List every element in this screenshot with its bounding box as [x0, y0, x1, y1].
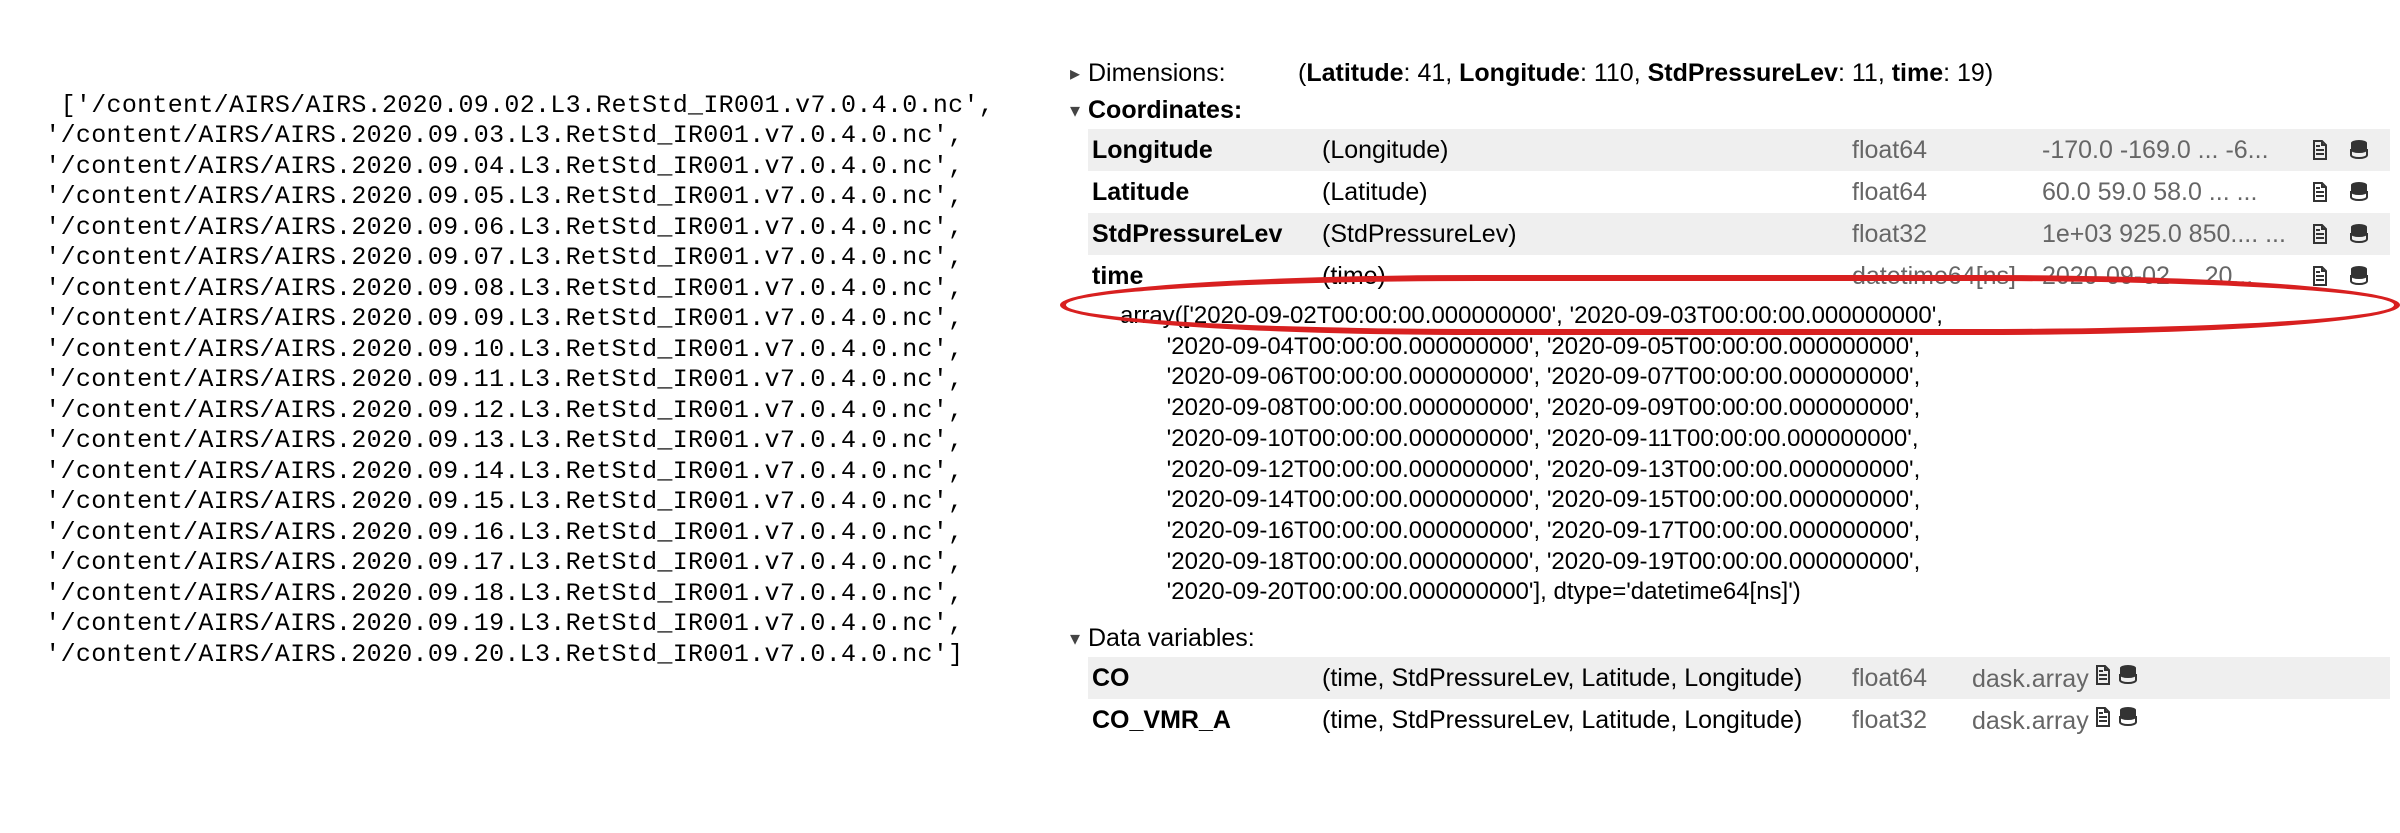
array-line: '2020-09-06T00:00:00.000000000', '2020-0…: [1120, 362, 2390, 393]
array-line: '2020-09-18T00:00:00.000000000', '2020-0…: [1120, 547, 2390, 578]
coord-name: Latitude: [1092, 178, 1322, 207]
coordinates-table: Longitude(Longitude)float64-170.0 -169.0…: [1088, 129, 2390, 297]
attrs-icon[interactable]: [2089, 662, 2115, 688]
datavar-preview: dask.array: [1972, 662, 2306, 694]
datavar-dtype: float64: [1852, 664, 1972, 693]
coord-dims: (StdPressureLev): [1322, 220, 1852, 249]
attrs-icon[interactable]: [2089, 704, 2115, 730]
coordinates-label: Coordinates:: [1088, 96, 1298, 125]
data-icon[interactable]: [2115, 662, 2141, 688]
coord-name: Longitude: [1092, 136, 1322, 165]
coord-dtype: float64: [1852, 136, 2042, 165]
coord-row-latitude[interactable]: Latitude(Latitude)float6460.0 59.0 58.0 …: [1088, 171, 2390, 213]
coord-preview: 1e+03 925.0 850.... ...: [2042, 220, 2306, 249]
coord-row-longitude[interactable]: Longitude(Longitude)float64-170.0 -169.0…: [1088, 129, 2390, 171]
coord-dims: (Latitude): [1322, 178, 1852, 207]
expand-arrow-icon[interactable]: ▾: [1070, 626, 1088, 651]
coord-preview: 2020-09-02 ... 20...: [2042, 262, 2306, 291]
dimensions-label: Dimensions:: [1088, 59, 1298, 88]
coord-dtype: datetime64[ns]: [1852, 262, 2042, 291]
array-line: '2020-09-10T00:00:00.000000000', '2020-0…: [1120, 424, 2390, 455]
array-line: '2020-09-04T00:00:00.000000000', '2020-0…: [1120, 332, 2390, 363]
bracket-open: [: [61, 91, 76, 120]
data-variables-section[interactable]: ▾ Data variables:: [1070, 620, 2390, 657]
datavar-preview: dask.array: [1972, 704, 2306, 736]
datavar-row-co_vmr_a[interactable]: CO_VMR_A(time, StdPressureLev, Latitude,…: [1088, 699, 2390, 741]
datavar-name: CO: [1092, 664, 1322, 693]
datavar-row-co[interactable]: CO(time, StdPressureLev, Latitude, Longi…: [1088, 657, 2390, 699]
coord-name: StdPressureLev: [1092, 220, 1322, 249]
xarray-repr: ▸ Dimensions: (Latitude: 41, Longitude: …: [1040, 0, 2400, 833]
coord-preview: 60.0 59.0 58.0 ... ...: [2042, 178, 2306, 207]
data-icon[interactable]: [2346, 179, 2372, 205]
array-line: '2020-09-20T00:00:00.000000000'], dtype=…: [1120, 577, 2390, 608]
coord-dtype: float64: [1852, 178, 2042, 207]
data-icon[interactable]: [2346, 137, 2372, 163]
datavar-dtype: float32: [1852, 706, 1972, 735]
datavar-dims: (time, StdPressureLev, Latitude, Longitu…: [1322, 706, 1852, 735]
dimensions-values: (Latitude: 41, Longitude: 110, StdPressu…: [1298, 59, 1993, 88]
data-icon[interactable]: [2346, 263, 2372, 289]
file-list-output: ['/content/AIRS/AIRS.2020.09.02.L3.RetSt…: [0, 0, 1040, 833]
coordinates-section[interactable]: ▾ Coordinates:: [1070, 92, 2390, 129]
expand-arrow-icon[interactable]: ▾: [1070, 98, 1088, 123]
data-icon[interactable]: [2115, 704, 2141, 730]
attrs-icon[interactable]: [2306, 137, 2332, 163]
datavar-name: CO_VMR_A: [1092, 706, 1322, 735]
data-variables-table: CO(time, StdPressureLev, Latitude, Longi…: [1088, 657, 2390, 741]
coord-row-stdpressurelev[interactable]: StdPressureLev(StdPressureLev)float321e+…: [1088, 213, 2390, 255]
attrs-icon[interactable]: [2306, 179, 2332, 205]
array-line: '2020-09-16T00:00:00.000000000', '2020-0…: [1120, 516, 2390, 547]
data-variables-label: Data variables:: [1088, 624, 1298, 653]
coord-row-time[interactable]: time(time)datetime64[ns]2020-09-02 ... 2…: [1088, 255, 2390, 297]
array-line: array(['2020-09-02T00:00:00.000000000', …: [1120, 301, 2390, 332]
array-line: '2020-09-08T00:00:00.000000000', '2020-0…: [1120, 393, 2390, 424]
collapse-arrow-icon[interactable]: ▸: [1070, 61, 1088, 86]
dimensions-section[interactable]: ▸ Dimensions: (Latitude: 41, Longitude: …: [1070, 55, 2390, 92]
coord-name: time: [1092, 262, 1322, 291]
coord-dtype: float32: [1852, 220, 2042, 249]
time-array-expanded: array(['2020-09-02T00:00:00.000000000', …: [1120, 297, 2390, 620]
array-line: '2020-09-12T00:00:00.000000000', '2020-0…: [1120, 455, 2390, 486]
coord-dims: (Longitude): [1322, 136, 1852, 165]
attrs-icon[interactable]: [2306, 221, 2332, 247]
array-line: '2020-09-14T00:00:00.000000000', '2020-0…: [1120, 485, 2390, 516]
data-icon[interactable]: [2346, 221, 2372, 247]
datavar-dims: (time, StdPressureLev, Latitude, Longitu…: [1322, 664, 1852, 693]
coord-preview: -170.0 -169.0 ... -6...: [2042, 136, 2306, 165]
coord-dims: (time): [1322, 262, 1852, 291]
attrs-icon[interactable]: [2306, 263, 2332, 289]
